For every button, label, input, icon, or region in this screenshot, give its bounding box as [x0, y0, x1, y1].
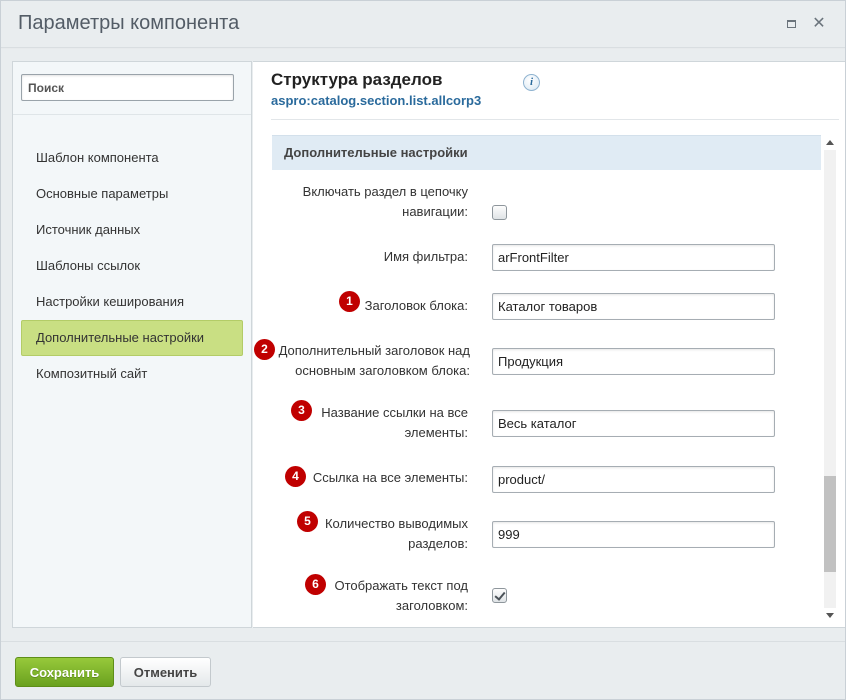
section-header: Дополнительные настройки: [272, 135, 821, 170]
field-label-filter-name: Имя фильтра:: [383, 249, 468, 264]
search-input[interactable]: [21, 74, 234, 101]
sidebar-item-cache-settings[interactable]: Настройки кеширования: [21, 284, 243, 320]
sidebar-item-link-templates[interactable]: Шаблоны ссылок: [21, 248, 243, 284]
sidebar-item-template[interactable]: Шаблон компонента: [21, 140, 243, 176]
component-code: aspro:catalog.section.list.allcorp3: [271, 93, 482, 108]
field-label-extra-title: Дополнительный заголовок над основным за…: [278, 343, 470, 378]
marker-6: 6: [305, 574, 326, 595]
sidebar-item-composite-site[interactable]: Композитный сайт: [21, 356, 243, 392]
dialog-footer: Сохранить Отменить: [1, 641, 845, 699]
maximize-icon[interactable]: [781, 14, 801, 34]
section-count-input[interactable]: [492, 521, 775, 548]
sidebar-item-main-params[interactable]: Основные параметры: [21, 176, 243, 212]
nav-chain-checkbox[interactable]: [492, 205, 507, 220]
component-parameters-dialog: Параметры компонента ✕ Шаблон компонента…: [0, 0, 846, 700]
settings-scrollbar[interactable]: [823, 136, 837, 622]
field-label-show-text: Отображать текст под заголовком:: [334, 578, 468, 613]
component-title: Структура разделов: [271, 70, 443, 89]
header-divider: [271, 119, 839, 120]
block-title-input[interactable]: [492, 293, 775, 320]
field-label-all-link-url: Ссылка на все элементы:: [312, 470, 468, 485]
settings-panel: Структура разделов aspro:catalog.section…: [253, 61, 845, 628]
extra-title-input[interactable]: [492, 348, 775, 375]
field-label-block-title: Заголовок блока:: [364, 298, 468, 313]
dialog-title: Параметры компонента: [18, 12, 240, 34]
all-link-url-input[interactable]: [492, 466, 775, 493]
sidebar-divider: [13, 114, 251, 115]
sidebar-item-data-source[interactable]: Источник данных: [21, 212, 243, 248]
show-text-checkbox[interactable]: [492, 588, 507, 603]
sidebar-item-additional-settings[interactable]: Дополнительные настройки: [21, 320, 243, 356]
marker-5: 5: [297, 511, 318, 532]
filter-name-input[interactable]: [492, 244, 775, 271]
scroll-thumb[interactable]: [824, 476, 836, 572]
field-label-all-link-name: Название ссылки на все элементы:: [321, 405, 468, 440]
field-label-nav-chain: Включать раздел в цепочку навигации:: [302, 184, 468, 219]
scroll-down-icon[interactable]: [826, 613, 834, 618]
sidebar-nav: Шаблон компонента Основные параметры Ист…: [21, 140, 243, 392]
scroll-up-icon[interactable]: [826, 140, 834, 145]
info-icon[interactable]: i: [523, 74, 540, 91]
dialog-body: Шаблон компонента Основные параметры Ист…: [1, 49, 845, 641]
field-label-section-count: Количество выводимых разделов:: [324, 516, 468, 551]
dialog-titlebar[interactable]: Параметры компонента ✕: [1, 1, 845, 48]
close-icon[interactable]: ✕: [809, 14, 829, 34]
all-link-name-input[interactable]: [492, 410, 775, 437]
cancel-button[interactable]: Отменить: [120, 657, 211, 687]
sidebar: Шаблон компонента Основные параметры Ист…: [12, 61, 252, 628]
save-button[interactable]: Сохранить: [15, 657, 114, 687]
